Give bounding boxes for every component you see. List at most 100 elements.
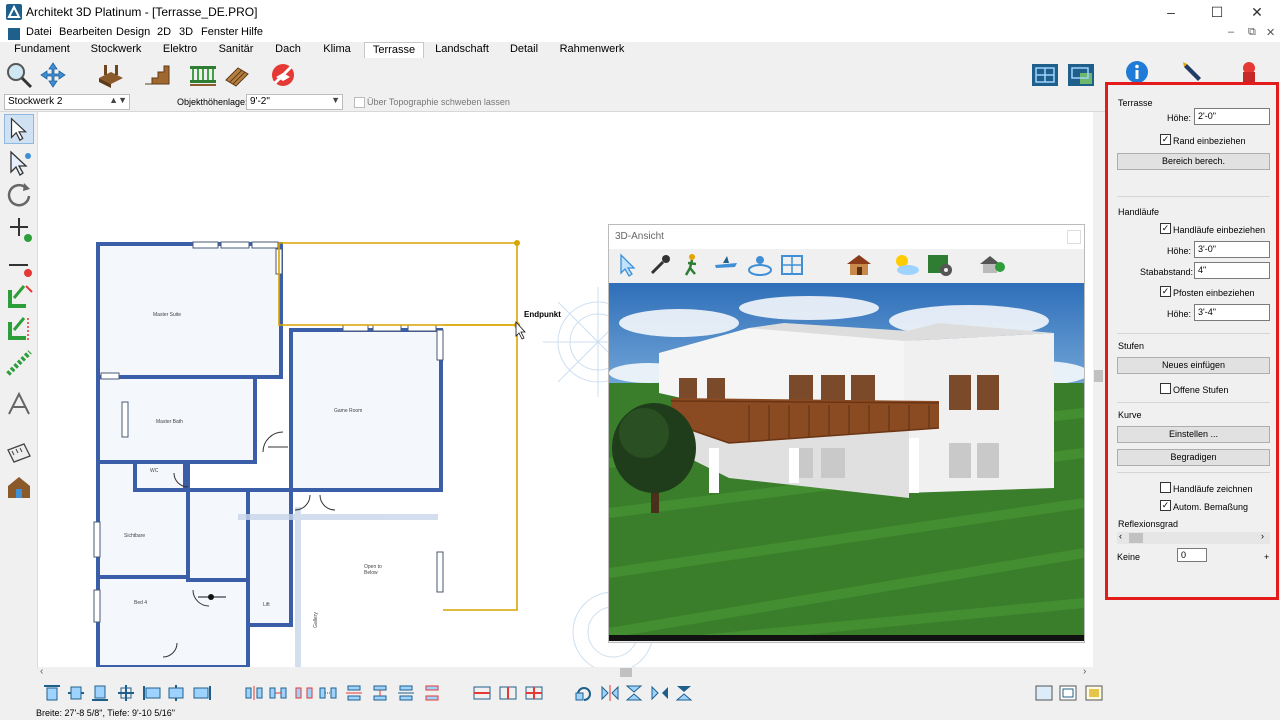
rand-checkbox[interactable]: ✓	[1160, 134, 1171, 145]
walkthrough-icon[interactable]	[679, 252, 705, 278]
space-v2-icon[interactable]	[422, 684, 442, 702]
3d-render-viewport[interactable]	[609, 283, 1084, 641]
align-center-icon[interactable]	[116, 684, 136, 702]
objekthoehe-input[interactable]: 9'-2" ▼	[246, 94, 343, 110]
flip-v-icon[interactable]	[674, 684, 694, 702]
autom-bemassung-checkbox[interactable]: ✓	[1160, 500, 1171, 511]
distribute-v-icon[interactable]	[344, 684, 364, 702]
align-middle-icon[interactable]	[66, 684, 86, 702]
minimize-button[interactable]: –	[1148, 0, 1194, 24]
vertical-scrollbar[interactable]	[1093, 112, 1105, 667]
view-plan-icon[interactable]	[1034, 684, 1054, 702]
close-button[interactable]: ✕	[1234, 0, 1280, 24]
eyedropper-icon[interactable]	[647, 252, 673, 278]
split-view-icon[interactable]	[1066, 60, 1096, 90]
floor-select-icon[interactable]	[779, 252, 805, 278]
floor-plan-view-icon[interactable]	[1030, 60, 1060, 90]
menu-3d[interactable]: 3D	[179, 26, 193, 38]
tab-rahmenwerk[interactable]: Rahmenwerk	[558, 42, 626, 58]
mdi-close-button[interactable]: ✕	[1266, 26, 1275, 39]
menu-2d[interactable]: 2D	[157, 26, 171, 38]
insert-segment-icon[interactable]	[4, 282, 34, 312]
zoom-icon[interactable]	[4, 60, 34, 90]
distribute-h2-icon[interactable]	[268, 684, 288, 702]
slider-left-arrow-icon[interactable]: ‹	[1119, 531, 1122, 541]
rotate-object-icon[interactable]	[574, 684, 594, 702]
bereich-berechnen-button[interactable]: Bereich berech.	[1117, 153, 1270, 170]
scroll-left-arrow-icon[interactable]: ‹	[40, 666, 43, 677]
terrasse-hoehe-input[interactable]: 2'-0"	[1194, 108, 1270, 125]
topo-checkbox[interactable]	[354, 97, 365, 108]
offene-stufen-checkbox[interactable]	[1160, 383, 1171, 394]
handlaeufe-hoehe-input[interactable]: 3'-0"	[1194, 241, 1270, 258]
handlaeufe-checkbox[interactable]: ✓	[1160, 223, 1171, 234]
select-objects-icon[interactable]	[4, 148, 34, 178]
vertical-scroll-thumb[interactable]	[1094, 370, 1103, 382]
menu-datei[interactable]: Datei	[26, 26, 52, 38]
horizontal-scrollbar[interactable]: ‹ ›	[38, 666, 1093, 679]
tab-elektro[interactable]: Elektro	[160, 42, 200, 58]
menu-hilfe[interactable]: Hilfe	[241, 26, 263, 38]
tab-landschaft[interactable]: Landschaft	[434, 42, 490, 58]
select-arrow-icon[interactable]	[4, 114, 34, 144]
mdi-restore-button[interactable]: ⧉	[1248, 26, 1256, 39]
align-left-icon[interactable]	[142, 684, 162, 702]
rotate-icon[interactable]	[4, 180, 34, 210]
neues-einfuegen-button[interactable]: Neues einfügen	[1117, 357, 1270, 374]
deck-boards-icon[interactable]	[222, 60, 252, 90]
pfosten-hoehe-input[interactable]: 3'-4"	[1194, 304, 1270, 321]
mirror-h-icon[interactable]	[600, 684, 620, 702]
menu-design[interactable]: Design	[116, 26, 150, 38]
exterior-view-icon[interactable]	[845, 252, 875, 278]
weather-sun-icon[interactable]	[891, 252, 921, 278]
landscape-view-icon[interactable]	[977, 252, 1007, 278]
begradigen-button[interactable]: Begradigen	[1117, 449, 1270, 466]
distribute-h3-icon[interactable]	[318, 684, 338, 702]
align-hcenter-icon[interactable]	[166, 684, 186, 702]
pfosten-checkbox[interactable]: ✓	[1160, 286, 1171, 297]
text-annotation-icon[interactable]	[4, 390, 34, 420]
distribute-h-icon[interactable]	[244, 684, 264, 702]
align-top-icon[interactable]	[42, 684, 62, 702]
einstellen-button[interactable]: Einstellen ...	[1117, 426, 1270, 443]
orbit-camera-icon[interactable]	[747, 252, 773, 278]
3d-view-window[interactable]: 3D-Ansicht	[608, 224, 1085, 643]
info-icon[interactable]	[1125, 60, 1149, 84]
space-v-icon[interactable]	[396, 684, 416, 702]
railing-icon[interactable]	[188, 60, 218, 90]
align-bottom-icon[interactable]	[90, 684, 110, 702]
handlaeufe-zeichnen-checkbox[interactable]	[1160, 482, 1171, 493]
stockwerk-select[interactable]: Stockwerk 2 ▲▼	[4, 94, 130, 110]
mdi-minimize-button[interactable]: –	[1228, 26, 1234, 38]
menu-bearbeiten[interactable]: Bearbeiten	[59, 26, 112, 38]
menu-fenster[interactable]: Fenster	[201, 26, 238, 38]
delete-terrace-icon[interactable]	[268, 60, 298, 90]
stababstand-input[interactable]: 4"	[1194, 262, 1270, 279]
space-h-icon[interactable]	[294, 684, 314, 702]
tab-terrasse[interactable]: Terrasse	[364, 42, 424, 58]
remove-point-icon[interactable]	[4, 252, 34, 282]
view-grid-icon[interactable]	[1058, 684, 1078, 702]
3d-view-close-button[interactable]	[1067, 230, 1081, 244]
slider-right-arrow-icon[interactable]: ›	[1261, 531, 1264, 541]
split-segment-icon[interactable]	[4, 314, 34, 344]
tab-klima[interactable]: Klima	[320, 42, 354, 58]
horizontal-scroll-thumb[interactable]	[620, 668, 632, 677]
same-width-icon[interactable]	[472, 684, 492, 702]
same-size-icon[interactable]	[524, 684, 544, 702]
render-settings-icon[interactable]	[925, 252, 955, 278]
pen-tool-icon[interactable]	[1181, 60, 1205, 84]
mirror-v-icon[interactable]	[624, 684, 644, 702]
add-point-icon[interactable]	[4, 214, 34, 244]
view-layers-icon[interactable]	[1084, 684, 1104, 702]
flip-h-icon[interactable]	[650, 684, 670, 702]
reflexionsgrad-slider[interactable]: ‹ ›	[1117, 531, 1270, 544]
ruler-icon[interactable]	[4, 438, 34, 468]
paint-brush-icon[interactable]	[1237, 60, 1261, 84]
pan-icon[interactable]	[38, 60, 68, 90]
scroll-right-arrow-icon[interactable]: ›	[1083, 666, 1086, 677]
stairs-tool-icon[interactable]	[4, 348, 34, 378]
tab-stockwerk[interactable]: Stockwerk	[88, 42, 144, 58]
tab-fundament[interactable]: Fundament	[14, 42, 70, 58]
stairs-icon[interactable]	[142, 60, 172, 90]
